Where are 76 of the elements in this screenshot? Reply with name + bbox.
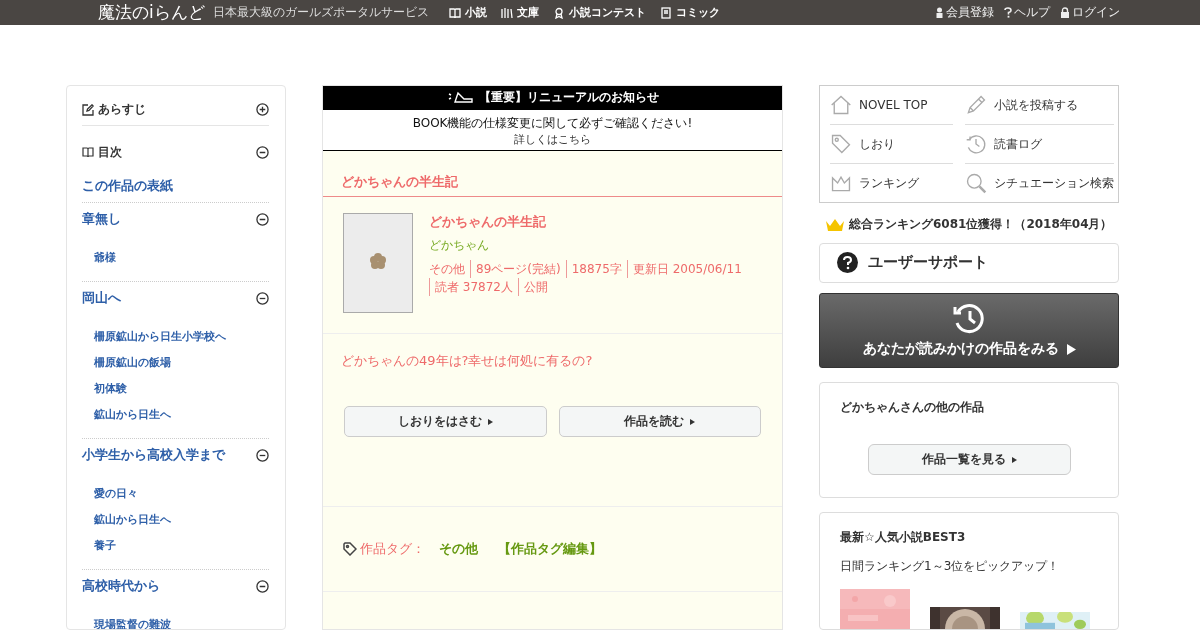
works-list-button[interactable]: 作品一覧を見る: [867, 444, 1071, 475]
plus-icon[interactable]: [256, 103, 269, 116]
minus-icon[interactable]: [256, 448, 269, 462]
edit-icon: [82, 103, 94, 116]
card-title: 最新☆人気小説BEST3: [840, 529, 967, 546]
history-icon: [965, 133, 987, 155]
megaphone-icon: [446, 91, 473, 103]
tagline: 日本最大級のガールズポータルサービス: [212, 4, 429, 21]
section-heading[interactable]: あらすじ: [98, 101, 256, 118]
card-subtitle: 日間ランキング1～3位をピックアップ！: [840, 558, 1061, 575]
crown-icon: [825, 217, 845, 232]
menu-link[interactable]: しおり: [830, 125, 953, 164]
menu-link[interactable]: 小説を投稿する: [965, 86, 1114, 125]
notice-title: 【重要】リニューアルのお知らせ: [478, 88, 659, 106]
nav-link[interactable]: 小説コンテスト: [552, 5, 646, 20]
nav-link[interactable]: コミック: [659, 5, 720, 20]
site-logo[interactable]: 魔法のiらんど: [98, 1, 205, 24]
menu-link[interactable]: シチュエーション検索: [965, 164, 1114, 202]
arrow-icon: [690, 418, 696, 425]
episode-link[interactable]: 柵原鉱山から日生小学校へ: [94, 328, 269, 346]
episode-link[interactable]: 愛の日々: [94, 485, 269, 503]
tag-icon: [343, 542, 357, 556]
card-title: どかちゃんさんの他の作品: [840, 399, 985, 416]
bookmark-button[interactable]: しおりをはさむ: [344, 406, 547, 437]
nav-link[interactable]: 小説: [448, 5, 487, 20]
play-icon: [1066, 343, 1076, 355]
continue-reading-button[interactable]: あなたが読みかけの作品をみる: [819, 292, 1119, 368]
catch-copy: どかちゃんの49年は?幸せは何処に有るの?: [340, 352, 594, 370]
work-meta: その他 89ページ(完結) 18875字 更新日 2005/06/11 読者 37872人 公開: [429, 260, 774, 296]
account-link[interactable]: 会員登録: [935, 4, 994, 21]
account-link[interactable]: ログイン: [1060, 4, 1120, 21]
account-link[interactable]: ヘルプ: [1004, 4, 1050, 21]
menu-link[interactable]: NOVEL TOP: [830, 86, 953, 125]
read-button[interactable]: 作品を読む: [558, 406, 761, 437]
page-icon: [659, 6, 672, 19]
details-link[interactable]: 詳しくはこちら: [514, 132, 591, 148]
ribbon-icon: [552, 6, 565, 19]
person-icon: [935, 7, 944, 18]
books-icon: [500, 6, 513, 19]
nav-link[interactable]: 文庫: [500, 5, 539, 20]
chapter-link[interactable]: 章無し: [82, 210, 256, 228]
help-icon: [837, 252, 858, 274]
chapter-link[interactable]: 岡山へ: [82, 289, 256, 307]
lock-icon: [1060, 7, 1070, 18]
notice-text: BOOK機能の仕様変更に関して必ずご確認ください!: [412, 115, 693, 132]
home-icon: [830, 94, 852, 116]
book-icon: [82, 147, 94, 158]
history-icon: [952, 302, 986, 335]
menu-link[interactable]: ランキング: [830, 164, 953, 202]
episode-link[interactable]: 爺様: [94, 249, 269, 267]
tag-label: 作品タグ：: [360, 540, 425, 558]
cover-link[interactable]: この作品の表紙: [82, 168, 269, 202]
section-heading[interactable]: 目次: [98, 144, 256, 161]
search-icon: [965, 172, 987, 194]
arrow-icon: [1011, 456, 1017, 463]
episode-link[interactable]: 柵原鉱山の飯場: [94, 354, 269, 372]
pencil-icon: [965, 94, 987, 116]
episode-link[interactable]: 現場監督の難波: [94, 616, 269, 629]
minus-icon[interactable]: [256, 291, 269, 305]
episode-link[interactable]: 初体験: [94, 380, 269, 398]
support-link[interactable]: ユーザーサポート: [819, 243, 1119, 283]
tag-icon: [830, 133, 852, 155]
book-icon: [448, 6, 461, 19]
minus-icon[interactable]: [256, 579, 269, 593]
arrow-icon: [487, 418, 493, 425]
menu-link[interactable]: 読書ログ: [965, 125, 1114, 164]
episode-link[interactable]: 鉱山から日生へ: [94, 511, 269, 529]
episode-link[interactable]: 養子: [94, 537, 269, 555]
question-icon: [1004, 7, 1012, 18]
ranking-text: 総合ランキング6081位獲得！（2018年04月）: [849, 216, 1113, 233]
minus-icon[interactable]: [256, 146, 269, 159]
chapter-link[interactable]: 小学生から高校入学まで: [82, 446, 256, 464]
work-heading: どかちゃんの半生記: [323, 151, 782, 197]
chapter-link[interactable]: 高校時代から: [82, 577, 256, 595]
episode-link[interactable]: 鉱山から日生へ: [94, 406, 269, 424]
minus-icon[interactable]: [256, 212, 269, 226]
